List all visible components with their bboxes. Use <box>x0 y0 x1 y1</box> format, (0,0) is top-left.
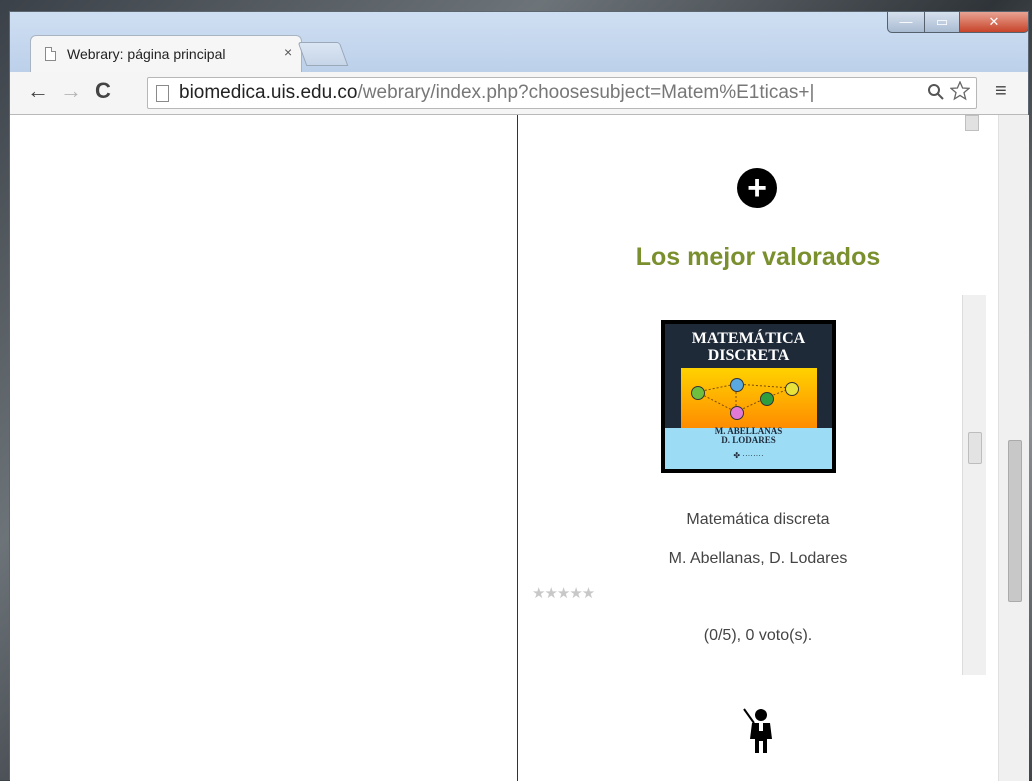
cover-art: MATEMÁTICA DISCRETA M. ABELLANAS D. LODA… <box>665 324 832 469</box>
reload-button[interactable]: C <box>95 78 111 104</box>
cover-graph <box>681 368 817 428</box>
cover-title: MATEMÁTICA DISCRETA <box>665 330 832 364</box>
tab-title: Webrary: página principal <box>67 46 226 62</box>
book-cover-image[interactable]: MATEMÁTICA DISCRETA M. ABELLANAS D. LODA… <box>661 320 836 473</box>
tab-close-icon[interactable]: × <box>284 44 292 60</box>
book-title[interactable]: Matemática discreta <box>518 511 998 529</box>
section-title: Los mejor valorados <box>635 243 881 271</box>
close-window-button[interactable]: ✕ <box>959 11 1029 33</box>
minimize-button[interactable]: — <box>887 11 925 33</box>
cover-publisher-logo: ✤ ········ <box>733 451 764 460</box>
menu-button[interactable]: ≡ <box>995 80 1007 103</box>
tab-webrary[interactable]: Webrary: página principal × <box>30 35 302 73</box>
page-scrollbar-thumb[interactable] <box>1008 440 1022 602</box>
back-button[interactable]: ← <box>27 78 49 104</box>
inner-scrollbar[interactable] <box>962 295 986 675</box>
book-authors: M. Abellanas, D. Lodares <box>668 550 848 567</box>
right-column: + Los mejor valorados MATEMÁTICA DISCRET… <box>518 115 998 781</box>
graph-node <box>730 406 744 420</box>
url-text[interactable]: biomedica.uis.edu.co/webrary/index.php?c… <box>179 82 814 104</box>
page-icon <box>156 85 169 102</box>
title-bar: Webrary: página principal × — ▭ ✕ <box>10 11 1029 73</box>
cover-title-line1: MATEMÁTICA <box>691 330 806 347</box>
browser-window: Webrary: página principal × — ▭ ✕ ← → C … <box>9 11 1029 781</box>
add-circle-icon[interactable]: + <box>737 168 777 208</box>
maximize-button[interactable]: ▭ <box>924 11 960 33</box>
cover-title-line2: DISCRETA <box>707 347 790 364</box>
graph-node <box>691 386 705 400</box>
inner-scrollbar-top[interactable] <box>965 115 979 131</box>
teacher-icon[interactable] <box>740 705 780 755</box>
url-host: biomedica.uis.edu.co <box>179 82 358 103</box>
page-viewport: + Los mejor valorados MATEMÁTICA DISCRET… <box>10 115 998 781</box>
graph-node <box>730 378 744 392</box>
bookmark-star-icon[interactable] <box>949 80 971 106</box>
inner-scrollbar-thumb[interactable] <box>968 432 982 464</box>
page-scrollbar[interactable] <box>998 115 1029 781</box>
browser-toolbar: ← → C biomedica.uis.edu.co/webrary/index… <box>10 72 1028 115</box>
omnibox-icons <box>927 80 971 107</box>
url-path: /webrary/index.php?choosesubject=Matem%E… <box>357 82 815 103</box>
search-icon[interactable] <box>927 84 950 106</box>
address-bar[interactable]: biomedica.uis.edu.co/webrary/index.php?c… <box>147 77 977 109</box>
rating-stars[interactable]: ★★★★★ <box>532 584 595 602</box>
forward-button[interactable]: → <box>60 78 82 104</box>
page-icon <box>45 47 56 61</box>
new-tab-button[interactable] <box>297 42 349 66</box>
cover-authors: M. ABELLANAS D. LODARES <box>665 427 832 445</box>
graph-node <box>760 392 774 406</box>
cover-author2: D. LODARES <box>721 435 776 445</box>
vote-count: (0/5), 0 voto(s). <box>703 627 813 644</box>
graph-node <box>785 382 799 396</box>
